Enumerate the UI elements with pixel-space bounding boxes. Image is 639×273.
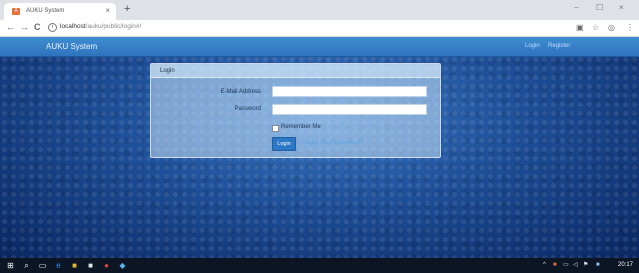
info-icon[interactable]: i <box>48 23 57 32</box>
maximize-button[interactable]: ☐ <box>596 3 603 12</box>
search-icon[interactable]: ⌕ <box>22 261 31 270</box>
bookmark-star-icon[interactable]: ☆ <box>592 22 599 33</box>
file-explorer-icon[interactable]: ■ <box>70 261 79 270</box>
edge-icon[interactable]: e <box>54 261 63 270</box>
brand-link[interactable]: AUKU System <box>46 42 97 51</box>
tray-app-icon[interactable]: ■ <box>553 262 557 269</box>
minimize-button[interactable]: − <box>574 3 579 12</box>
chrome-icon[interactable]: ● <box>102 261 111 270</box>
app-navbar: AUKU System Login Register <box>0 37 639 57</box>
notification-icon[interactable]: ■ <box>596 262 600 269</box>
url-text[interactable]: localhost/auku/public/login#/ <box>60 23 141 30</box>
clock[interactable]: 20:17 <box>618 262 633 268</box>
login-button[interactable]: Login <box>272 137 296 151</box>
browser-toolbar: ← → C i localhost/auku/public/login#/ ▣ … <box>0 20 639 37</box>
nav-register-link[interactable]: Register <box>548 43 570 49</box>
translate-icon[interactable]: ▣ <box>576 22 584 33</box>
password-field[interactable] <box>272 104 427 115</box>
close-window-button[interactable]: × <box>619 3 624 12</box>
login-panel: Login E-Mail Address Password Remember M… <box>150 63 441 158</box>
taskbar: ⊞ ⌕ ▭ e ■ ■ ● ◆ ^ ■ ▭ ◁ ⚑ ■ 20:17 <box>0 258 639 273</box>
tab-title: AUKU System <box>26 8 65 14</box>
tray-chevron-icon[interactable]: ^ <box>543 262 546 269</box>
login-panel-header: Login <box>151 64 440 78</box>
volume-icon[interactable]: ◁ <box>573 262 578 269</box>
account-icon[interactable]: ◎ <box>608 22 615 33</box>
new-tab-button[interactable]: + <box>124 4 130 15</box>
flag-icon[interactable]: ⚑ <box>583 262 588 269</box>
remember-me-checkbox[interactable] <box>272 125 279 132</box>
browser-tab[interactable]: A AUKU System × <box>4 3 116 20</box>
url-host: localhost <box>60 23 86 30</box>
windows-start-icon[interactable]: ⊞ <box>6 261 15 270</box>
page-viewport: AUKU System Login Register Login E-Mail … <box>0 37 639 258</box>
tab-close-icon[interactable]: × <box>105 6 110 15</box>
email-field[interactable] <box>272 86 427 97</box>
store-icon[interactable]: ■ <box>86 261 95 270</box>
pinned-app-icon[interactable]: ◆ <box>118 261 127 270</box>
menu-icon[interactable]: ⋮ <box>626 22 634 33</box>
password-label: Password <box>234 106 261 112</box>
address-bar[interactable]: i localhost/auku/public/login#/ <box>48 22 568 33</box>
browser-tab-bar: A AUKU System × + − ☐ × <box>0 0 639 20</box>
nav-login-link[interactable]: Login <box>525 43 540 49</box>
remember-me-label[interactable]: Remember Me <box>281 124 321 130</box>
reload-button[interactable]: C <box>34 22 41 33</box>
network-icon[interactable]: ▭ <box>563 262 569 269</box>
forgot-password-link[interactable]: Forgot Your Password? <box>301 140 363 146</box>
url-path: /auku/public/login#/ <box>85 23 142 30</box>
forward-button[interactable]: → <box>20 22 29 33</box>
favicon-icon: A <box>12 8 20 15</box>
email-label: E-Mail Address <box>220 89 261 95</box>
back-button[interactable]: ← <box>6 22 15 33</box>
task-view-icon[interactable]: ▭ <box>38 261 47 270</box>
